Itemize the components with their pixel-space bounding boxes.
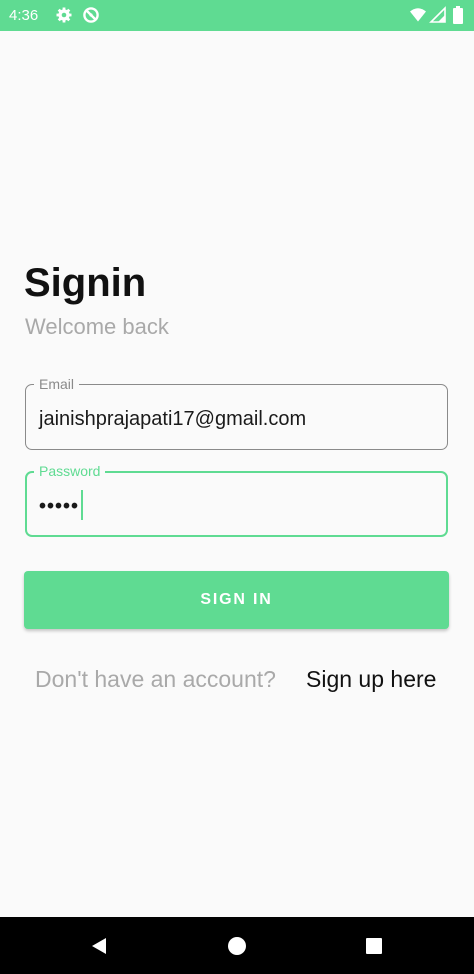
- page-title: Signin: [24, 261, 147, 305]
- sign-in-button[interactable]: SIGN IN: [24, 571, 449, 629]
- text-cursor: [81, 490, 84, 520]
- sign-up-link[interactable]: Sign up here: [306, 664, 436, 694]
- signup-prompt: Don't have an account?: [35, 666, 276, 692]
- battery-icon: [452, 6, 464, 24]
- navigation-bar: [0, 917, 474, 974]
- email-field-value[interactable]: jainishprajapati17@gmail.com: [39, 406, 306, 432]
- email-field-label: Email: [34, 375, 80, 393]
- recents-icon[interactable]: [363, 935, 385, 957]
- gear-icon: [55, 6, 73, 24]
- password-field[interactable]: Password •••••: [25, 462, 448, 537]
- signup-row: Don't have an account? Sign up here: [0, 664, 474, 694]
- password-field-input[interactable]: •••••: [39, 490, 84, 522]
- status-bar: 4:36: [0, 0, 474, 31]
- wifi-icon: [409, 6, 427, 24]
- page-subtitle: Welcome back: [25, 314, 169, 339]
- status-time: 4:36: [9, 7, 39, 24]
- email-field[interactable]: Email jainishprajapati17@gmail.com: [25, 375, 448, 450]
- signal-icon: [429, 6, 447, 24]
- password-field-value: •••••: [39, 495, 80, 518]
- data-saver-icon: [82, 6, 100, 24]
- home-icon[interactable]: [226, 935, 248, 957]
- back-icon[interactable]: [88, 935, 110, 957]
- password-field-label: Password: [34, 462, 106, 480]
